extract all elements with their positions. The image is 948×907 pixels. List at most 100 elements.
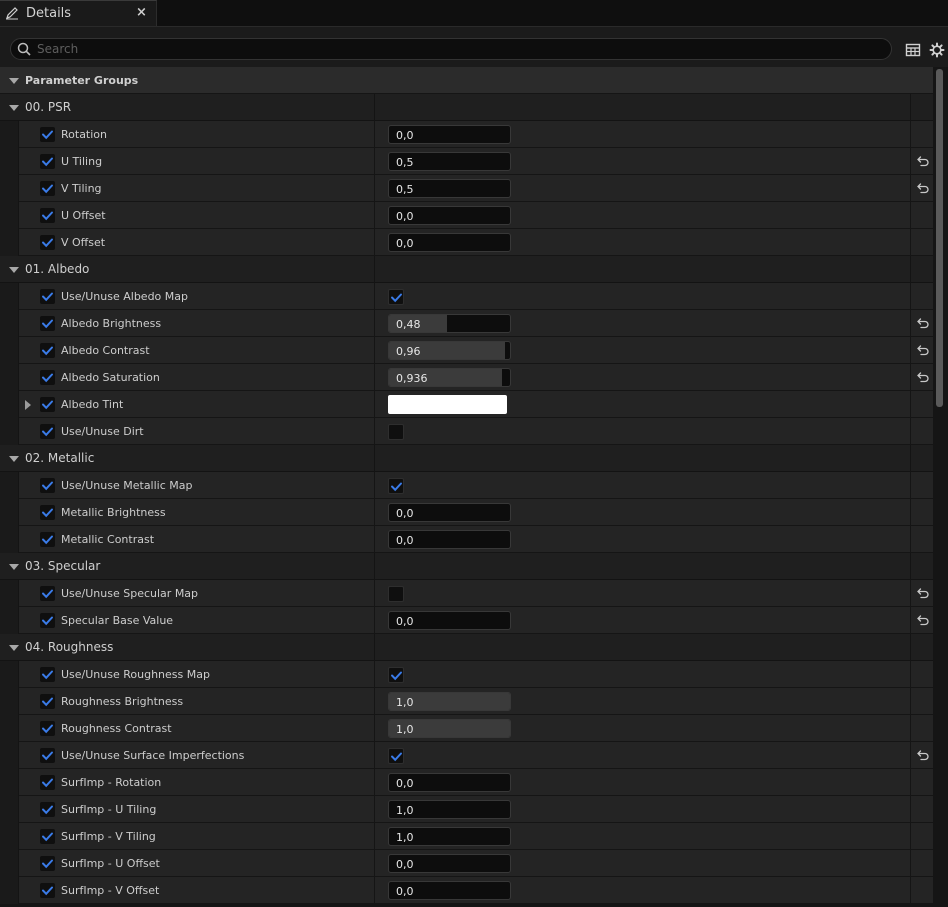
- override-checkbox[interactable]: [40, 532, 55, 547]
- reset-to-default-icon[interactable]: [916, 343, 930, 357]
- expand-arrow-icon[interactable]: [25, 400, 31, 410]
- column-divider: [374, 148, 375, 175]
- gear-icon[interactable]: [929, 42, 945, 58]
- value-checkbox[interactable]: [388, 478, 404, 494]
- override-checkbox[interactable]: [40, 883, 55, 898]
- reset-to-default-icon[interactable]: [916, 613, 930, 627]
- number-value-field[interactable]: 0,0: [388, 530, 511, 549]
- slider-value-field[interactable]: 1,0: [388, 719, 511, 738]
- tab-title: Details: [26, 6, 72, 21]
- override-checkbox[interactable]: [40, 478, 55, 493]
- override-checkbox[interactable]: [40, 424, 55, 439]
- group-header[interactable]: 00. PSR: [0, 94, 933, 121]
- number-value-field[interactable]: 0,0: [388, 125, 511, 144]
- number-value-field[interactable]: 1,0: [388, 800, 511, 819]
- override-checkbox[interactable]: [40, 208, 55, 223]
- override-checkbox[interactable]: [40, 397, 55, 412]
- column-divider: [910, 310, 911, 337]
- collapse-arrow-icon[interactable]: [9, 456, 19, 462]
- slider-value-field[interactable]: 0,48: [388, 314, 511, 333]
- override-checkbox[interactable]: [40, 667, 55, 682]
- property-row: Albedo Contrast 0,96: [0, 337, 933, 364]
- search-box[interactable]: [10, 38, 892, 60]
- override-checkbox[interactable]: [40, 748, 55, 763]
- property-label: SurfImp - V Tiling: [61, 830, 156, 843]
- group-header[interactable]: 01. Albedo: [0, 256, 933, 283]
- property-row: Use/Unuse Roughness Map: [0, 661, 933, 688]
- table-icon[interactable]: [905, 42, 921, 58]
- number-value-field[interactable]: 0,0: [388, 854, 511, 873]
- property-row: Use/Unuse Dirt: [0, 418, 933, 445]
- indent-gutter: [0, 877, 18, 904]
- parameter-groups-header[interactable]: Parameter Groups: [0, 67, 933, 94]
- override-checkbox[interactable]: [40, 370, 55, 385]
- reset-to-default-icon[interactable]: [916, 316, 930, 330]
- color-swatch[interactable]: [388, 395, 507, 414]
- collapse-arrow-icon[interactable]: [9, 105, 19, 111]
- override-checkbox[interactable]: [40, 154, 55, 169]
- scrollbar-thumb[interactable]: [936, 69, 943, 407]
- override-checkbox[interactable]: [40, 289, 55, 304]
- override-checkbox[interactable]: [40, 127, 55, 142]
- override-checkbox[interactable]: [40, 235, 55, 250]
- checkmark-icon: [42, 832, 53, 842]
- override-checkbox[interactable]: [40, 802, 55, 817]
- value-checkbox[interactable]: [388, 667, 404, 683]
- override-checkbox[interactable]: [40, 343, 55, 358]
- column-divider: [374, 391, 375, 418]
- number-value-field[interactable]: 0,0: [388, 503, 511, 522]
- override-checkbox[interactable]: [40, 181, 55, 196]
- number-value-field[interactable]: 0,0: [388, 206, 511, 225]
- tab-details[interactable]: Details ×: [0, 0, 157, 26]
- column-divider: [374, 337, 375, 364]
- collapse-arrow-icon[interactable]: [9, 78, 19, 84]
- value-checkbox[interactable]: [388, 586, 404, 602]
- collapse-arrow-icon[interactable]: [9, 645, 19, 651]
- property-row: U Tiling 0,5: [0, 148, 933, 175]
- close-tab-button[interactable]: ×: [136, 5, 147, 20]
- number-value-field[interactable]: 0,0: [388, 233, 511, 252]
- reset-to-default-icon[interactable]: [916, 181, 930, 195]
- collapse-arrow-icon[interactable]: [9, 564, 19, 570]
- group-header[interactable]: 02. Metallic: [0, 445, 933, 472]
- override-checkbox[interactable]: [40, 829, 55, 844]
- value-checkbox[interactable]: [388, 424, 404, 440]
- override-checkbox[interactable]: [40, 316, 55, 331]
- override-checkbox[interactable]: [40, 721, 55, 736]
- slider-value-field[interactable]: 0,936: [388, 368, 511, 387]
- indent-gutter: [0, 283, 18, 310]
- checkmark-icon: [42, 724, 53, 734]
- column-divider: [910, 283, 911, 310]
- override-checkbox[interactable]: [40, 856, 55, 871]
- number-value-field[interactable]: 0,5: [388, 152, 511, 171]
- column-divider: [910, 661, 911, 688]
- group-header[interactable]: 03. Specular: [0, 553, 933, 580]
- reset-to-default-icon[interactable]: [916, 586, 930, 600]
- value-checkbox[interactable]: [388, 748, 404, 764]
- column-divider: [374, 229, 375, 256]
- group-header[interactable]: 04. Roughness: [0, 634, 933, 661]
- number-value-field[interactable]: 1,0: [388, 827, 511, 846]
- value-checkbox[interactable]: [388, 289, 404, 305]
- number-value-field[interactable]: 0,0: [388, 773, 511, 792]
- reset-to-default-icon[interactable]: [916, 370, 930, 384]
- override-checkbox[interactable]: [40, 694, 55, 709]
- override-checkbox[interactable]: [40, 613, 55, 628]
- override-checkbox[interactable]: [40, 775, 55, 790]
- property-label: U Tiling: [61, 155, 103, 168]
- number-value-field[interactable]: 0,0: [388, 611, 511, 630]
- slider-value-field[interactable]: 1,0: [388, 692, 511, 711]
- scrollbar[interactable]: [935, 67, 943, 907]
- number-value-field[interactable]: 0,5: [388, 179, 511, 198]
- number-value-field[interactable]: 0,0: [388, 881, 511, 900]
- reset-to-default-icon[interactable]: [916, 748, 930, 762]
- column-divider: [374, 580, 375, 607]
- override-checkbox[interactable]: [40, 586, 55, 601]
- collapse-arrow-icon[interactable]: [9, 267, 19, 273]
- override-checkbox[interactable]: [40, 505, 55, 520]
- indent-gutter: [0, 661, 18, 688]
- reset-to-default-icon[interactable]: [916, 154, 930, 168]
- slider-value-field[interactable]: 0,96: [388, 341, 511, 360]
- search-input[interactable]: [37, 40, 877, 58]
- column-divider: [910, 148, 911, 175]
